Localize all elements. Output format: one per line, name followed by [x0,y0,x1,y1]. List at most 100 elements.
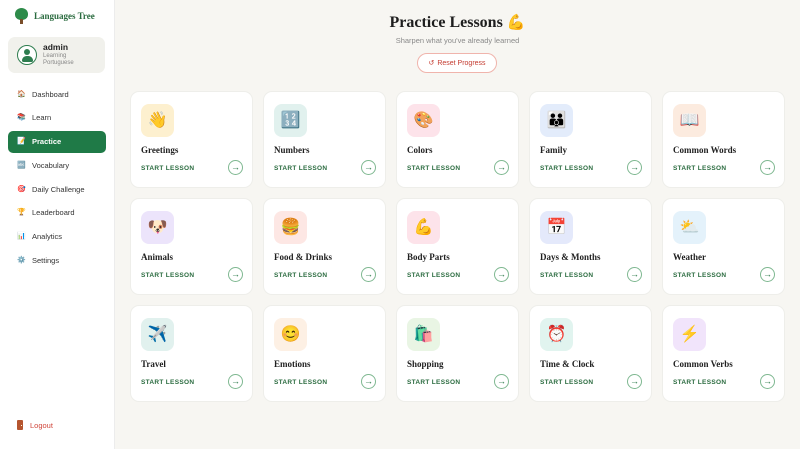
arrow-right-icon[interactable]: → [228,160,243,175]
arrow-right-icon[interactable]: → [361,374,376,389]
start-lesson-link[interactable]: START LESSON [540,165,593,172]
lesson-title: Days & Months [540,252,601,262]
lesson-card-greetings[interactable]: 👋 Greetings START LESSON → [130,91,253,188]
start-lesson-link[interactable]: START LESSON [407,379,460,386]
lesson-card-common-verbs[interactable]: ⚡ Common Verbs START LESSON → [662,305,785,402]
arrow-right-icon[interactable]: → [494,267,509,282]
user-card[interactable]: admin Learning Portuguese [8,37,105,73]
start-lesson-link[interactable]: START LESSON [141,165,194,172]
sidebar-item-vocabulary[interactable]: 🔤 Vocabulary [8,154,106,176]
arrow-right-icon[interactable]: → [494,374,509,389]
shopping-icon: 🛍️ [407,318,440,351]
sidebar-item-daily-challenge[interactable]: 🎯 Daily Challenge [8,178,106,200]
days-and-months-icon: 📅 [540,211,573,244]
sidebar-item-label: Leaderboard [32,208,75,218]
start-lesson-link[interactable]: START LESSON [141,272,194,279]
lesson-card-travel[interactable]: ✈️ Travel START LESSON → [130,305,253,402]
lesson-card-colors[interactable]: 🎨 Colors START LESSON → [396,91,519,188]
door-icon [17,420,23,430]
lesson-card-family[interactable]: 👪 Family START LESSON → [529,91,652,188]
travel-icon: ✈️ [141,318,174,351]
time-and-clock-icon: ⏰ [540,318,573,351]
sidebar-item-leaderboard[interactable]: 🏆 Leaderboard [8,202,106,224]
start-lesson-link[interactable]: START LESSON [673,165,726,172]
lesson-card-time-and-clock[interactable]: ⏰ Time & Clock START LESSON → [529,305,652,402]
sidebar-item-label: Dashboard [32,89,69,99]
sidebar-nav: 🏠 Dashboard 📚 Learn 📝 Practice 🔤 Vocabulary 🎯 Dai… [8,83,106,273]
sidebar-item-practice[interactable]: 📝 Practice [8,130,106,153]
arrow-right-icon[interactable]: → [228,267,243,282]
sidebar-item-analytics[interactable]: 📊 Analytics [8,226,106,248]
arrow-right-icon[interactable]: → [760,160,775,175]
lesson-title: Common Verbs [673,359,733,369]
start-lesson-link[interactable]: START LESSON [673,379,726,386]
page-title-text: Practice Lessons [389,14,503,31]
vocabulary-icon: 🔤 [17,161,26,169]
user-name: admin [43,41,69,52]
main-content: Practice Lessons 💪 Sharpen what you've a… [115,0,800,449]
sidebar-item-settings[interactable]: ⚙️ Settings [8,250,106,272]
daily-challenge-icon: 🎯 [17,185,26,193]
start-lesson-link[interactable]: START LESSON [274,165,327,172]
sidebar-item-learn[interactable]: 📚 Learn [8,107,106,129]
lesson-card-days-and-months[interactable]: 📅 Days & Months START LESSON → [529,198,652,295]
arrow-right-icon[interactable]: → [760,374,775,389]
start-lesson-link[interactable]: START LESSON [274,272,327,279]
start-lesson-link[interactable]: START LESSON [540,272,593,279]
arrow-right-icon[interactable]: → [627,374,642,389]
reset-progress-button[interactable]: ↺ Reset Progress [417,53,497,73]
arrow-right-icon[interactable]: → [228,374,243,389]
refresh-icon: ↺ [428,60,435,67]
lesson-card-weather[interactable]: ⛅ Weather START LESSON → [662,198,785,295]
start-lesson-link[interactable]: START LESSON [274,379,327,386]
lesson-title: Time & Clock [540,359,595,369]
sidebar-item-label: Vocabulary [32,160,70,170]
lesson-title: Food & Drinks [274,252,333,262]
arrow-right-icon[interactable]: → [361,267,376,282]
logout-button[interactable]: Logout [17,420,53,430]
greetings-icon: 👋 [141,104,174,137]
lesson-title: Travel [141,359,166,369]
lesson-title: Animals [141,252,174,262]
sidebar-item-dashboard[interactable]: 🏠 Dashboard [8,83,106,105]
lesson-card-animals[interactable]: 🐶 Animals START LESSON → [130,198,253,295]
start-lesson-link[interactable]: START LESSON [673,272,726,279]
start-lesson-link[interactable]: START LESSON [141,379,194,386]
start-lesson-link[interactable]: START LESSON [407,165,460,172]
brand[interactable]: Languages Tree [15,8,95,24]
sidebar-item-label: Learn [32,113,52,123]
arrow-right-icon[interactable]: → [627,160,642,175]
lessons-grid: 👋 Greetings START LESSON → 🔢 Numbers START LES… [130,91,785,402]
lesson-card-emotions[interactable]: 😊 Emotions START LESSON → [263,305,386,402]
lesson-title: Body Parts [407,252,450,262]
start-lesson-link[interactable]: START LESSON [540,379,593,386]
logout-label: Logout [30,420,53,430]
lesson-card-numbers[interactable]: 🔢 Numbers START LESSON → [263,91,386,188]
animals-icon: 🐶 [141,211,174,244]
numbers-icon: 🔢 [274,104,307,137]
lesson-title: Numbers [274,145,310,155]
family-icon: 👪 [540,104,573,137]
lesson-title: Weather [673,252,706,262]
lesson-card-shopping[interactable]: 🛍️ Shopping START LESSON → [396,305,519,402]
arrow-right-icon[interactable]: → [760,267,775,282]
brand-name: Languages Tree [34,11,95,21]
start-lesson-link[interactable]: START LESSON [407,272,460,279]
settings-icon: ⚙️ [17,257,26,265]
sidebar-item-label: Analytics [32,232,63,242]
lesson-card-common-words[interactable]: 📖 Common Words START LESSON → [662,91,785,188]
flexed-biceps-icon: 💪 [506,15,526,31]
page-subtitle: Sharpen what you've already learned [395,36,520,45]
page-title: Practice Lessons 💪 [115,13,800,32]
lesson-title: Common Words [673,145,737,155]
common-verbs-icon: ⚡ [673,318,706,351]
lesson-card-food-and-drinks[interactable]: 🍔 Food & Drinks START LESSON → [263,198,386,295]
lesson-card-body-parts[interactable]: 💪 Body Parts START LESSON → [396,198,519,295]
learn-icon: 📚 [17,114,26,122]
arrow-right-icon[interactable]: → [494,160,509,175]
emotions-icon: 😊 [274,318,307,351]
arrow-right-icon[interactable]: → [361,160,376,175]
arrow-right-icon[interactable]: → [627,267,642,282]
lesson-title: Colors [407,145,433,155]
sidebar: Languages Tree admin Learning Portuguese… [0,0,115,449]
